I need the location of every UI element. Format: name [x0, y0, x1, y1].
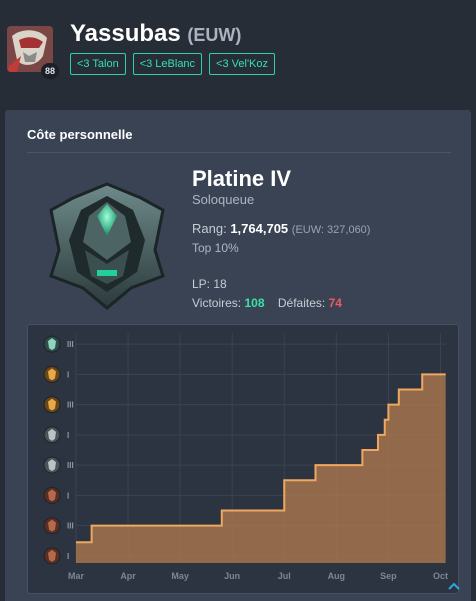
- profile-header: 88 Yassubas (EUW) <3 Talon <3 LeBlanc <3…: [0, 0, 476, 100]
- y-tick-division: III: [67, 461, 74, 470]
- lp-line: LP: 18: [192, 277, 227, 291]
- ranked-card: Côte personnelle Platine IV Soloqueue Ra…: [5, 110, 471, 601]
- tag-leblanc[interactable]: <3 LeBlanc: [132, 53, 203, 75]
- lp-label: LP:: [192, 277, 211, 291]
- x-tick-label: Aug: [328, 571, 346, 581]
- wins-value: 108: [244, 296, 265, 310]
- lp-history-chart: Mar Apr May Jun Jul Aug Sep Oct I III I III I III I III: [27, 324, 459, 594]
- losses-value: 74: [328, 296, 342, 310]
- section-title: Côte personnelle: [27, 127, 133, 142]
- platinum-emblem-icon: [45, 180, 170, 312]
- chevron-up-icon[interactable]: [446, 578, 462, 594]
- summoner-name: Yassubas (EUW): [70, 20, 241, 48]
- top-percent: Top 10%: [192, 241, 239, 255]
- rank-line: Rang: 1,764,705 (EUW: 327,060): [192, 221, 370, 236]
- y-tick-division: I: [67, 431, 69, 440]
- wins-label: Victoires:: [192, 296, 242, 310]
- x-tick-label: May: [171, 571, 189, 581]
- x-tick-label: Jul: [278, 571, 291, 581]
- summoner-level-badge: 88: [41, 63, 59, 79]
- lp-area: [76, 374, 446, 563]
- summoner-region: (EUW): [187, 25, 242, 45]
- losses-label: Défaites:: [277, 296, 326, 310]
- y-tick-division: III: [67, 401, 74, 410]
- champion-tags: <3 Talon <3 LeBlanc <3 Vel'Koz: [70, 53, 276, 75]
- win-loss-line: Victoires: 108 Défaites: 74: [192, 296, 342, 310]
- y-tick-division: I: [67, 370, 69, 379]
- summoner-name-text: Yassubas: [70, 20, 181, 47]
- y-tick-division: III: [67, 522, 74, 531]
- rank-value: 1,764,705: [230, 221, 289, 236]
- y-tick-division: I: [67, 552, 69, 561]
- y-tick-division: III: [67, 340, 74, 349]
- tag-talon[interactable]: <3 Talon: [70, 53, 126, 75]
- x-tick-label: Jun: [224, 571, 240, 581]
- y-tick-division: I: [67, 491, 69, 500]
- lp-history-chart-svg: Mar Apr May Jun Jul Aug Sep OctIIIIIIIIIIIIIIII: [43, 333, 448, 581]
- divider: [27, 152, 451, 153]
- queue-name: Soloqueue: [192, 192, 255, 207]
- x-tick-label: Apr: [120, 571, 136, 581]
- tag-velkoz[interactable]: <3 Vel'Koz: [209, 53, 276, 75]
- tier-name: Platine IV: [192, 166, 292, 191]
- rank-region-value: (EUW: 327,060): [291, 224, 371, 236]
- x-tick-label: Sep: [380, 571, 397, 581]
- rank-label: Rang:: [192, 221, 227, 236]
- lp-value: 18: [213, 277, 227, 291]
- x-tick-label: Mar: [68, 571, 85, 581]
